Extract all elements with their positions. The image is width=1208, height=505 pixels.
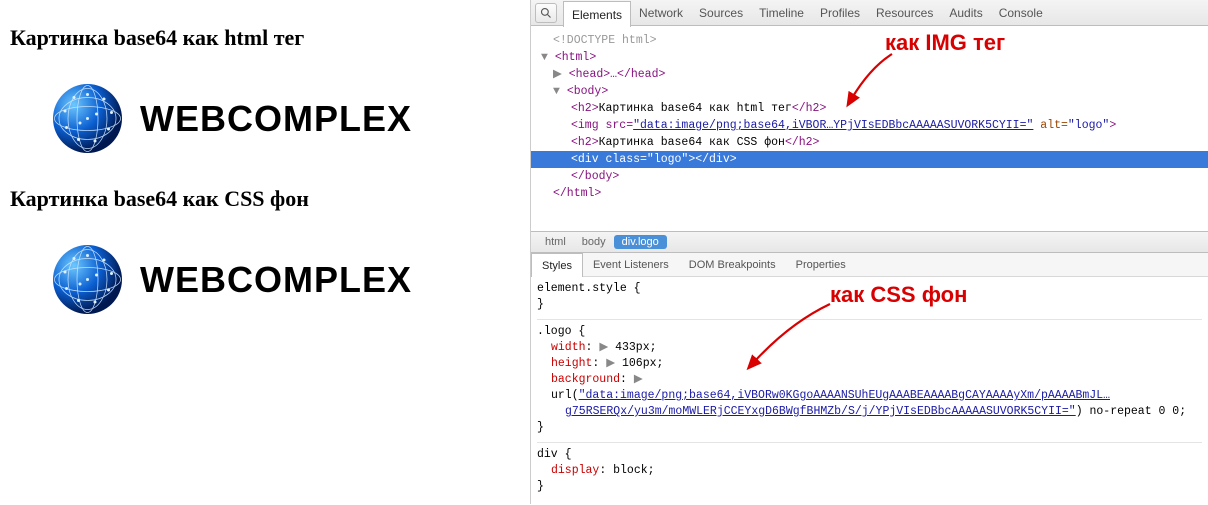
breadcrumb-html[interactable]: html <box>537 236 574 248</box>
tab-profiles[interactable]: Profiles <box>812 0 868 26</box>
tab-audits[interactable]: Audits <box>941 0 990 26</box>
search-icon[interactable] <box>535 3 557 23</box>
tab-dom-breakpoints[interactable]: DOM Breakpoints <box>679 253 786 277</box>
tab-network[interactable]: Network <box>631 0 691 26</box>
dom-html-close[interactable]: </html> <box>531 185 1208 202</box>
sphere-icon <box>50 81 125 156</box>
rendered-page: Картинка base64 как html тег <box>0 0 530 504</box>
arrow-icon <box>740 298 840 383</box>
heading-css-bg: Картинка base64 как CSS фон <box>10 186 520 212</box>
tab-timeline[interactable]: Timeline <box>751 0 812 26</box>
breadcrumb-div-logo[interactable]: div.logo <box>614 235 667 249</box>
tab-sources[interactable]: Sources <box>691 0 751 26</box>
rule-div[interactable]: div { display: block; } <box>537 447 1202 495</box>
dom-img[interactable]: <img src="data:image/png;base64,iVBOR…YP… <box>531 117 1208 134</box>
breadcrumb: html body div.logo <box>531 231 1208 253</box>
rule-logo[interactable]: .logo { width: ▶ 433px; height: ▶ 106px;… <box>537 324 1202 436</box>
annotation-css: как CSS фон <box>830 282 967 308</box>
dom-div-logo-selected[interactable]: <div class="logo"></div> <box>531 151 1208 168</box>
devtools-tabbar: Elements Network Sources Timeline Profil… <box>531 0 1208 26</box>
logo-as-img: WEBCOMPLEX <box>50 81 520 156</box>
styles-tabbar: Styles Event Listeners DOM Breakpoints P… <box>531 253 1208 277</box>
logo-as-css-bg: WEBCOMPLEX <box>50 242 520 317</box>
tab-elements[interactable]: Elements <box>563 1 631 27</box>
divider <box>537 319 1202 320</box>
dom-doctype[interactable]: <!DOCTYPE html> <box>531 32 1208 49</box>
breadcrumb-body[interactable]: body <box>574 236 614 248</box>
logo-text: WEBCOMPLEX <box>140 259 412 301</box>
tab-styles[interactable]: Styles <box>531 253 583 277</box>
styles-pane[interactable]: element.style { } .logo { width: ▶ 433px… <box>531 277 1208 505</box>
tab-console[interactable]: Console <box>991 0 1051 26</box>
dom-h2-2[interactable]: <h2>Картинка base64 как CSS фон</h2> <box>531 134 1208 151</box>
logo-text: WEBCOMPLEX <box>140 98 412 140</box>
dom-body-close[interactable]: </body> <box>531 168 1208 185</box>
tab-event-listeners[interactable]: Event Listeners <box>583 253 679 277</box>
tab-resources[interactable]: Resources <box>868 0 941 26</box>
sphere-icon <box>50 242 125 317</box>
annotation-img: как IMG тег <box>885 30 1005 56</box>
divider <box>537 442 1202 443</box>
heading-img-tag: Картинка base64 как html тег <box>10 25 520 51</box>
tab-properties[interactable]: Properties <box>786 253 856 277</box>
arrow-icon <box>842 48 902 113</box>
